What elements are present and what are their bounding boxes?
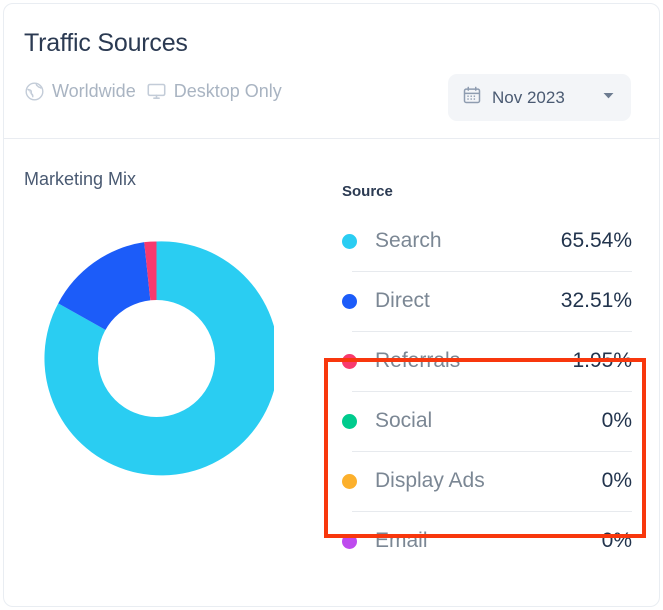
legend-label-social: Social bbox=[375, 409, 433, 432]
filter-desktop-only[interactable]: Desktop Only bbox=[146, 81, 282, 102]
desktop-icon bbox=[146, 81, 167, 102]
donut-svg bbox=[44, 241, 274, 476]
filter-worldwide[interactable]: Worldwide bbox=[24, 81, 136, 102]
legend-value-display-ads: 0% bbox=[601, 469, 632, 492]
legend-row-email[interactable]: Email 0% bbox=[338, 511, 638, 571]
legend-value-direct: 32.51% bbox=[560, 289, 632, 312]
legend-label-display-ads: Display Ads bbox=[375, 469, 485, 492]
legend-label-direct: Direct bbox=[375, 289, 430, 312]
section-title: Marketing Mix bbox=[24, 169, 137, 189]
chevron-down-icon[interactable] bbox=[600, 87, 617, 109]
legend-row-social[interactable]: Social 0% bbox=[338, 391, 638, 451]
source-legend: Source Search 65.54% Direct 32.51% Refer… bbox=[338, 183, 638, 571]
card-header: Traffic Sources Worldwide Desktop Only N… bbox=[4, 4, 659, 139]
legend-label-email: Email bbox=[375, 529, 428, 552]
legend-color-dot-display-ads bbox=[342, 473, 357, 489]
date-picker-value: Nov 2023 bbox=[492, 87, 565, 107]
legend-color-dot-social bbox=[342, 413, 357, 429]
card-body: Marketing Mix Source Search 65.54% Direc… bbox=[4, 139, 659, 606]
calendar-icon bbox=[462, 85, 482, 110]
filter-desktop-only-label: Desktop Only bbox=[173, 81, 282, 101]
legend-value-referrals: 1.95% bbox=[572, 349, 632, 372]
filter-group: Worldwide Desktop Only bbox=[24, 81, 282, 102]
globe-icon bbox=[24, 81, 45, 102]
traffic-sources-donut-chart bbox=[39, 241, 274, 476]
legend-value-email: 0% bbox=[601, 529, 632, 552]
traffic-sources-card: Traffic Sources Worldwide Desktop Only N… bbox=[3, 3, 660, 607]
page-title: Traffic Sources bbox=[24, 29, 188, 57]
legend-row-search[interactable]: Search 65.54% bbox=[338, 211, 638, 271]
legend-row-direct[interactable]: Direct 32.51% bbox=[338, 271, 638, 331]
legend-value-search: 65.54% bbox=[560, 229, 632, 252]
legend-color-dot-direct bbox=[342, 293, 357, 309]
legend-value-social: 0% bbox=[601, 409, 632, 432]
filter-worldwide-label: Worldwide bbox=[52, 81, 136, 101]
legend-color-dot-referrals bbox=[342, 353, 357, 369]
date-picker[interactable]: Nov 2023 bbox=[448, 74, 631, 121]
legend-row-list: Search 65.54% Direct 32.51% Referrals 1.… bbox=[338, 211, 638, 571]
legend-row-display-ads[interactable]: Display Ads 0% bbox=[338, 451, 638, 511]
legend-color-dot-email bbox=[342, 533, 357, 549]
legend-row-referrals[interactable]: Referrals 1.95% bbox=[338, 331, 638, 391]
legend-color-dot-search bbox=[342, 233, 357, 249]
legend-label-referrals: Referrals bbox=[375, 349, 461, 372]
legend-label-search: Search bbox=[375, 229, 442, 252]
donut-hole bbox=[98, 300, 215, 417]
legend-column-header-source: Source bbox=[342, 183, 393, 200]
